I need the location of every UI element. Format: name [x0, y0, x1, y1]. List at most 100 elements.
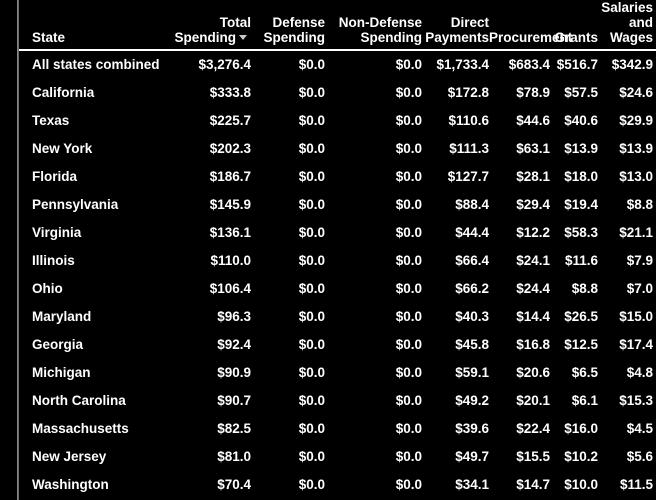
- federal-spending-table: State Total Spending Defense Spending No…: [19, 0, 656, 499]
- cell-procurement: $14.7: [489, 471, 550, 499]
- table-row[interactable]: Illinois $110.0 $0.0 $0.0 $66.4 $24.1 $11.6 $7.…: [19, 247, 656, 275]
- cell-direct: $127.7: [422, 163, 489, 191]
- cell-salaries-wages: $15.0: [598, 303, 656, 331]
- cell-salaries-wages: $8.8: [598, 191, 656, 219]
- cell-procurement: $63.1: [489, 135, 550, 163]
- cell-direct: $1,733.4: [422, 50, 489, 79]
- table-row[interactable]: Ohio $106.4 $0.0 $0.0 $66.2 $24.4 $8.8 $7.0: [19, 275, 656, 303]
- cell-total: $202.3: [171, 135, 251, 163]
- cell-nondefense: $0.0: [325, 107, 422, 135]
- cell-grants: $11.6: [550, 247, 598, 275]
- cell-state: Michigan: [19, 359, 171, 387]
- cell-grants: $10.0: [550, 471, 598, 499]
- cell-salaries-wages: $5.6: [598, 443, 656, 471]
- cell-salaries-wages: $13.9: [598, 135, 656, 163]
- cell-salaries-wages: $24.6: [598, 79, 656, 107]
- column-header-state[interactable]: State: [19, 0, 171, 50]
- cell-procurement: $14.4: [489, 303, 550, 331]
- cell-grants: $10.2: [550, 443, 598, 471]
- table-row[interactable]: Florida $186.7 $0.0 $0.0 $127.7 $28.1 $18.0 $13…: [19, 163, 656, 191]
- column-header-salwag-line2: and: [628, 15, 653, 30]
- cell-salaries-wages: $342.9: [598, 50, 656, 79]
- column-header-salaries-and-wages[interactable]: Salaries and Wages: [598, 0, 656, 50]
- spending-table-container: State Total Spending Defense Spending No…: [19, 0, 656, 500]
- table-row[interactable]: Georgia $92.4 $0.0 $0.0 $45.8 $16.8 $12.5 $17.4: [19, 331, 656, 359]
- cell-grants: $516.7: [550, 50, 598, 79]
- cell-total: $225.7: [171, 107, 251, 135]
- column-header-direct-payments[interactable]: Direct Payments: [422, 0, 489, 50]
- cell-defense: $0.0: [251, 359, 325, 387]
- cell-nondefense: $0.0: [325, 387, 422, 415]
- table-row[interactable]: Michigan $90.9 $0.0 $0.0 $59.1 $20.6 $6.5 $4.8: [19, 359, 656, 387]
- table-row[interactable]: Massachusetts $82.5 $0.0 $0.0 $39.6 $22.4 $16.…: [19, 415, 656, 443]
- column-header-defense-line1: Defense: [272, 15, 325, 30]
- column-header-salwag-line1: Salaries: [601, 0, 653, 15]
- cell-direct: $59.1: [422, 359, 489, 387]
- table-viewport: State Total Spending Defense Spending No…: [0, 0, 656, 500]
- cell-defense: $0.0: [251, 79, 325, 107]
- column-header-grants[interactable]: Grants: [550, 0, 598, 50]
- cell-state: Maryland: [19, 303, 171, 331]
- cell-state: New Jersey: [19, 443, 171, 471]
- column-header-procurement[interactable]: Procurement: [489, 0, 573, 50]
- table-row[interactable]: New Jersey $81.0 $0.0 $0.0 $49.7 $15.5 $10.2 $5…: [19, 443, 656, 471]
- cell-total: $82.5: [171, 415, 251, 443]
- table-row[interactable]: Virginia $136.1 $0.0 $0.0 $44.4 $12.2 $58.3 $21…: [19, 219, 656, 247]
- cell-defense: $0.0: [251, 443, 325, 471]
- cell-salaries-wages: $13.0: [598, 163, 656, 191]
- table-body: All states combined $3,276.4 $0.0 $0.0 $1,73…: [19, 50, 656, 499]
- cell-salaries-wages: $4.5: [598, 415, 656, 443]
- table-row[interactable]: New York $202.3 $0.0 $0.0 $111.3 $63.1 $13.9 $1…: [19, 135, 656, 163]
- cell-total: $70.4: [171, 471, 251, 499]
- cell-procurement: $78.9: [489, 79, 550, 107]
- cell-state: Virginia: [19, 219, 171, 247]
- cell-state: Georgia: [19, 331, 171, 359]
- header-row: State Total Spending Defense Spending No…: [19, 0, 656, 50]
- column-header-total-line2: Spending: [171, 30, 251, 45]
- cell-grants: $26.5: [550, 303, 598, 331]
- cell-grants: $6.1: [550, 387, 598, 415]
- cell-nondefense: $0.0: [325, 443, 422, 471]
- cell-procurement: $44.6: [489, 107, 550, 135]
- column-header-direct-line1: Direct: [450, 15, 489, 30]
- table-row[interactable]: All states combined $3,276.4 $0.0 $0.0 $1,73…: [19, 50, 656, 79]
- frozen-column-divider: [17, 0, 19, 500]
- cell-direct: $45.8: [422, 331, 489, 359]
- column-header-defense-spending[interactable]: Defense Spending: [251, 0, 325, 50]
- cell-nondefense: $0.0: [325, 275, 422, 303]
- cell-direct: $111.3: [422, 135, 489, 163]
- cell-state: All states combined: [19, 50, 171, 79]
- column-header-state-label: State: [32, 30, 66, 45]
- table-row[interactable]: Washington $70.4 $0.0 $0.0 $34.1 $14.7 $10.0 $1…: [19, 471, 656, 499]
- cell-state: California: [19, 79, 171, 107]
- column-header-nondefense-spending[interactable]: Non-Defense Spending: [325, 0, 422, 50]
- cell-defense: $0.0: [251, 163, 325, 191]
- cell-total: $3,276.4: [171, 50, 251, 79]
- column-header-procurement-label: Procurement: [489, 30, 573, 45]
- table-row[interactable]: California $333.8 $0.0 $0.0 $172.8 $78.9 $57.5…: [19, 79, 656, 107]
- cell-salaries-wages: $15.3: [598, 387, 656, 415]
- sort-descending-icon[interactable]: [239, 34, 247, 40]
- cell-procurement: $683.4: [489, 50, 550, 79]
- table-row[interactable]: North Carolina $90.7 $0.0 $0.0 $49.2 $20.1 $6.…: [19, 387, 656, 415]
- cell-procurement: $28.1: [489, 163, 550, 191]
- cell-total: $96.3: [171, 303, 251, 331]
- cell-defense: $0.0: [251, 219, 325, 247]
- cell-nondefense: $0.0: [325, 79, 422, 107]
- cell-nondefense: $0.0: [325, 163, 422, 191]
- cell-total: $90.7: [171, 387, 251, 415]
- cell-state: Washington: [19, 471, 171, 499]
- table-row[interactable]: Pennsylvania $145.9 $0.0 $0.0 $88.4 $29.4 $19.…: [19, 191, 656, 219]
- cell-grants: $58.3: [550, 219, 598, 247]
- cell-nondefense: $0.0: [325, 191, 422, 219]
- table-row[interactable]: Maryland $96.3 $0.0 $0.0 $40.3 $14.4 $26.5 $15.…: [19, 303, 656, 331]
- column-header-total-spending[interactable]: Total Spending: [171, 0, 251, 50]
- cell-direct: $44.4: [422, 219, 489, 247]
- cell-total: $81.0: [171, 443, 251, 471]
- cell-direct: $66.2: [422, 275, 489, 303]
- cell-grants: $19.4: [550, 191, 598, 219]
- cell-grants: $57.5: [550, 79, 598, 107]
- table-row[interactable]: Texas $225.7 $0.0 $0.0 $110.6 $44.6 $40.6 $29.9: [19, 107, 656, 135]
- cell-total: $92.4: [171, 331, 251, 359]
- cell-defense: $0.0: [251, 331, 325, 359]
